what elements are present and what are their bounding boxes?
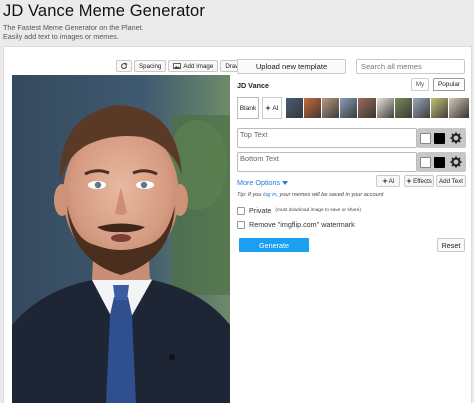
- page-subtitle: The Fastest Meme Generator on the Planet…: [3, 23, 144, 41]
- upload-template-button[interactable]: Upload new template: [237, 59, 346, 74]
- private-checkbox[interactable]: [237, 206, 245, 215]
- effects-icon: [406, 178, 413, 184]
- template-name: JD Vance: [237, 81, 269, 90]
- ai-sparkle-icon: [265, 105, 272, 111]
- text-color-swatch[interactable]: [420, 133, 431, 144]
- private-option[interactable]: Private (must download image to save or …: [237, 206, 361, 215]
- add-image-label: Add Image: [183, 62, 214, 70]
- watermark-option[interactable]: Remove "imgflip.com" watermark: [237, 220, 355, 229]
- add-text-button[interactable]: Add Text: [436, 175, 466, 187]
- tab-popular[interactable]: Popular: [433, 78, 465, 91]
- outline-color-swatch[interactable]: [434, 157, 445, 168]
- bottom-text-style: [417, 152, 466, 172]
- page-title: JD Vance Meme Generator: [3, 2, 205, 20]
- private-note: (must download image to save or share): [275, 208, 361, 213]
- template-thumbnail[interactable]: [447, 97, 470, 119]
- reset-button[interactable]: Reset: [437, 238, 465, 252]
- watermark-checkbox[interactable]: [237, 220, 245, 229]
- template-strip: Blank AI: [237, 97, 470, 119]
- more-options-toggle[interactable]: More Options: [237, 178, 289, 187]
- ai-text-button[interactable]: AI: [376, 175, 400, 187]
- tab-my[interactable]: My: [411, 78, 429, 91]
- image-toolbar: Spacing Add Image Draw: [116, 60, 245, 72]
- image-icon: [173, 63, 182, 69]
- login-link[interactable]: log in: [263, 192, 276, 198]
- meme-editor-panel: Spacing Add Image Draw Upload new templa…: [3, 46, 472, 403]
- meme-image[interactable]: [12, 75, 230, 403]
- private-label: Private: [249, 206, 272, 215]
- spacing-label: Spacing: [139, 62, 162, 70]
- outline-color-swatch[interactable]: [434, 133, 445, 144]
- ai-text-label: AI: [388, 177, 395, 185]
- page-header: JD Vance Meme Generator The Fastest Meme…: [3, 2, 471, 41]
- text-color-swatch[interactable]: [420, 157, 431, 168]
- ai-template-button[interactable]: AI: [262, 97, 282, 119]
- chevron-down-icon: [282, 180, 289, 185]
- rotate-icon: [121, 62, 128, 69]
- effects-button[interactable]: Effects: [404, 175, 434, 187]
- blank-template-button[interactable]: Blank: [237, 97, 259, 119]
- search-memes-input[interactable]: [356, 59, 465, 74]
- rotate-button[interactable]: [116, 60, 132, 72]
- effects-label: Effects: [413, 177, 432, 185]
- gear-icon[interactable]: [450, 132, 462, 144]
- bottom-text-input[interactable]: [237, 152, 417, 172]
- tip-prefix: Tip: If you: [237, 192, 262, 198]
- ai-label: AI: [272, 104, 279, 112]
- generate-button[interactable]: Generate: [239, 238, 309, 252]
- more-options-label: More Options: [237, 178, 281, 187]
- top-text-style: [417, 128, 466, 148]
- ai-sparkle-icon: [381, 178, 388, 184]
- spacing-button[interactable]: Spacing: [134, 60, 167, 72]
- add-image-button[interactable]: Add Image: [168, 60, 219, 72]
- login-tip: Tip: If you log in, your memes will be s…: [237, 192, 383, 198]
- gear-icon[interactable]: [450, 156, 462, 168]
- watermark-label: Remove "imgflip.com" watermark: [249, 220, 355, 229]
- tip-suffix: , your memes will be saved in your accou…: [276, 192, 384, 198]
- top-text-input[interactable]: [237, 128, 417, 148]
